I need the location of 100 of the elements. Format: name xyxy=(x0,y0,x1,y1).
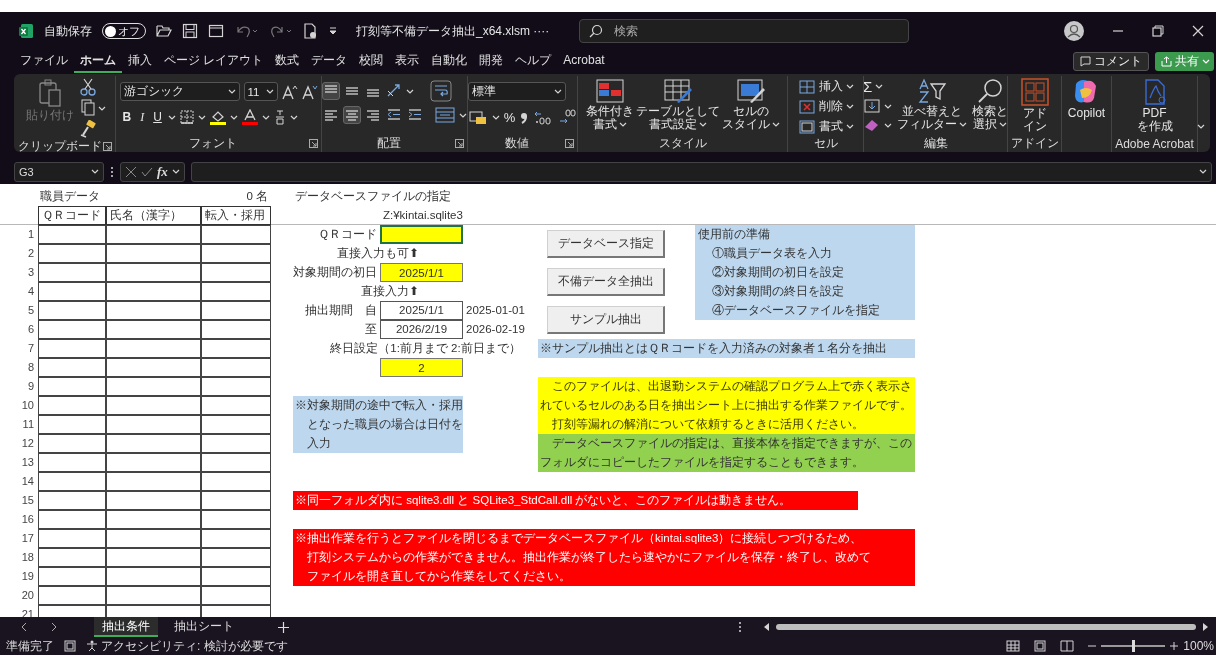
caret-icon[interactable] xyxy=(406,87,414,95)
accessibility-status[interactable]: アクセシビリティ: 検討が必要です xyxy=(86,637,288,655)
macro-button[interactable]: 不備データ全抽出 xyxy=(547,268,665,296)
end-setting-field[interactable]: 2 xyxy=(380,358,463,377)
scroll-right-icon[interactable] xyxy=(1202,623,1208,631)
sheet-tab[interactable]: 抽出シート xyxy=(166,617,242,637)
open-folder-icon[interactable] xyxy=(156,24,172,38)
italic-button[interactable]: I xyxy=(137,109,148,125)
caret-icon[interactable] xyxy=(459,111,467,119)
underline-button[interactable]: U xyxy=(150,110,165,124)
sort-filter-button[interactable]: 並べ替えと フィルター xyxy=(897,78,967,131)
cut-icon[interactable] xyxy=(79,78,96,96)
qr-code-field[interactable] xyxy=(380,225,463,244)
caret-icon[interactable] xyxy=(229,113,238,121)
find-select-button[interactable]: 検索と 選択 xyxy=(972,78,1007,131)
ribbon-tab[interactable]: ファイル xyxy=(14,49,74,73)
ribbon-tab[interactable]: ページ レイアウト xyxy=(158,49,270,73)
save-icon[interactable] xyxy=(182,23,198,39)
account-avatar-icon[interactable] xyxy=(1064,21,1084,41)
ribbon-tab[interactable]: 表示 xyxy=(389,49,426,73)
caret-icon[interactable] xyxy=(171,168,180,175)
macro-button[interactable]: データベース指定 xyxy=(547,230,665,258)
caret-icon[interactable] xyxy=(875,83,884,90)
close-icon[interactable] xyxy=(1192,25,1204,37)
dialog-launcher-icon[interactable] xyxy=(103,142,112,151)
align-center-button[interactable] xyxy=(343,106,361,124)
ribbon-tab[interactable]: 数式 xyxy=(269,49,306,73)
caret-icon[interactable] xyxy=(884,102,892,110)
create-pdf-button[interactable]: PDF を作成 xyxy=(1136,78,1173,133)
dialog-launcher-icon[interactable] xyxy=(455,139,464,148)
normal-view-icon[interactable] xyxy=(1006,640,1021,652)
wrap-text-icon[interactable] xyxy=(430,80,452,102)
caret-icon[interactable] xyxy=(289,113,298,121)
increase-font-size-icon[interactable] xyxy=(281,83,298,100)
ribbon-tab[interactable]: ヘルプ xyxy=(509,49,558,73)
macro-button[interactable]: サンプル抽出 xyxy=(547,306,665,334)
document-check-icon[interactable] xyxy=(302,23,318,39)
cancel-icon[interactable] xyxy=(125,165,137,178)
formula-input[interactable] xyxy=(190,161,1212,182)
caret-icon[interactable] xyxy=(491,113,500,121)
insert-cells-button[interactable]: 挿入 xyxy=(797,78,854,95)
cell-styles-button[interactable]: セルの スタイル xyxy=(721,78,780,131)
font-size-dropdown[interactable]: 11 xyxy=(243,82,278,101)
previous-sheet-icon[interactable] xyxy=(20,622,28,632)
ribbon-tab[interactable]: 開発 xyxy=(473,49,510,73)
zoom-in-icon[interactable] xyxy=(1170,642,1179,650)
ribbon-tab[interactable]: 自動化 xyxy=(425,49,474,73)
name-box[interactable]: G3 xyxy=(14,161,104,182)
conditional-formatting-button[interactable]: 条件付き 書式 xyxy=(585,78,634,131)
borders-icon[interactable] xyxy=(178,109,195,125)
format-as-table-button[interactable]: テーブルとして 書式設定 xyxy=(635,78,720,131)
dialog-launcher-icon[interactable] xyxy=(565,139,574,148)
undo-icon[interactable] xyxy=(234,23,258,39)
ribbon-tab[interactable]: 校閲 xyxy=(353,49,390,73)
scroll-left-icon[interactable] xyxy=(764,623,770,631)
ribbon-tab[interactable]: データ xyxy=(305,49,354,73)
format-cells-button[interactable]: 書式 xyxy=(797,118,854,135)
zoom-out-icon[interactable] xyxy=(1088,642,1097,650)
start-date-field[interactable]: 2025/1/1 xyxy=(380,263,463,282)
next-sheet-icon[interactable] xyxy=(50,622,58,632)
copilot-button[interactable]: Copilot xyxy=(1067,78,1106,120)
ribbon-tab[interactable]: 挿入 xyxy=(122,49,158,73)
customize-toolbar-icon[interactable] xyxy=(328,26,338,36)
collapse-ribbon-icon[interactable] xyxy=(1197,123,1207,130)
page-break-preview-icon[interactable] xyxy=(1060,640,1075,652)
align-top-button[interactable] xyxy=(322,82,340,100)
insert-function-button[interactable]: fx xyxy=(157,163,168,180)
caret-icon[interactable] xyxy=(97,104,106,112)
more-options-icon[interactable] xyxy=(738,621,742,633)
percent-style-button[interactable]: % xyxy=(503,109,516,125)
copy-icon[interactable] xyxy=(79,99,96,117)
dialog-launcher-icon[interactable] xyxy=(309,139,318,148)
font-color-icon[interactable] xyxy=(240,109,259,125)
caret-icon[interactable] xyxy=(884,121,892,129)
share-button[interactable]: 共有 xyxy=(1155,51,1214,71)
number-format-dropdown[interactable]: 標準 xyxy=(468,82,566,101)
autosum-button[interactable]: Σ xyxy=(864,78,873,95)
merge-center-icon[interactable] xyxy=(434,106,456,124)
caret-icon[interactable] xyxy=(261,113,270,121)
macro-recording-icon[interactable] xyxy=(64,640,76,652)
decrease-font-size-icon[interactable] xyxy=(301,83,318,100)
increase-decimal-icon[interactable] xyxy=(533,109,554,125)
caret-icon[interactable] xyxy=(197,113,206,121)
format-painter-icon[interactable] xyxy=(79,120,96,138)
bold-button[interactable]: B xyxy=(119,110,135,124)
window-icon[interactable] xyxy=(208,24,224,38)
eraser-icon[interactable] xyxy=(864,117,881,133)
fill-icon[interactable] xyxy=(864,98,881,114)
delete-cells-button[interactable]: 削除 xyxy=(797,98,854,115)
page-layout-view-icon[interactable] xyxy=(1034,640,1047,652)
font-name-dropdown[interactable]: 游ゴシック xyxy=(119,82,240,101)
horizontal-scrollbar[interactable] xyxy=(776,624,1196,630)
comments-button[interactable]: コメント xyxy=(1073,51,1149,71)
fill-color-icon[interactable] xyxy=(208,109,227,125)
add-ins-button[interactable]: アド イン xyxy=(1019,78,1050,133)
add-sheet-icon[interactable] xyxy=(278,621,289,633)
ribbon-tab[interactable]: Acrobat xyxy=(557,51,611,71)
search-field[interactable]: 検索 xyxy=(579,19,910,43)
enter-check-icon[interactable] xyxy=(141,165,153,178)
currency-format-icon[interactable] xyxy=(468,109,488,125)
